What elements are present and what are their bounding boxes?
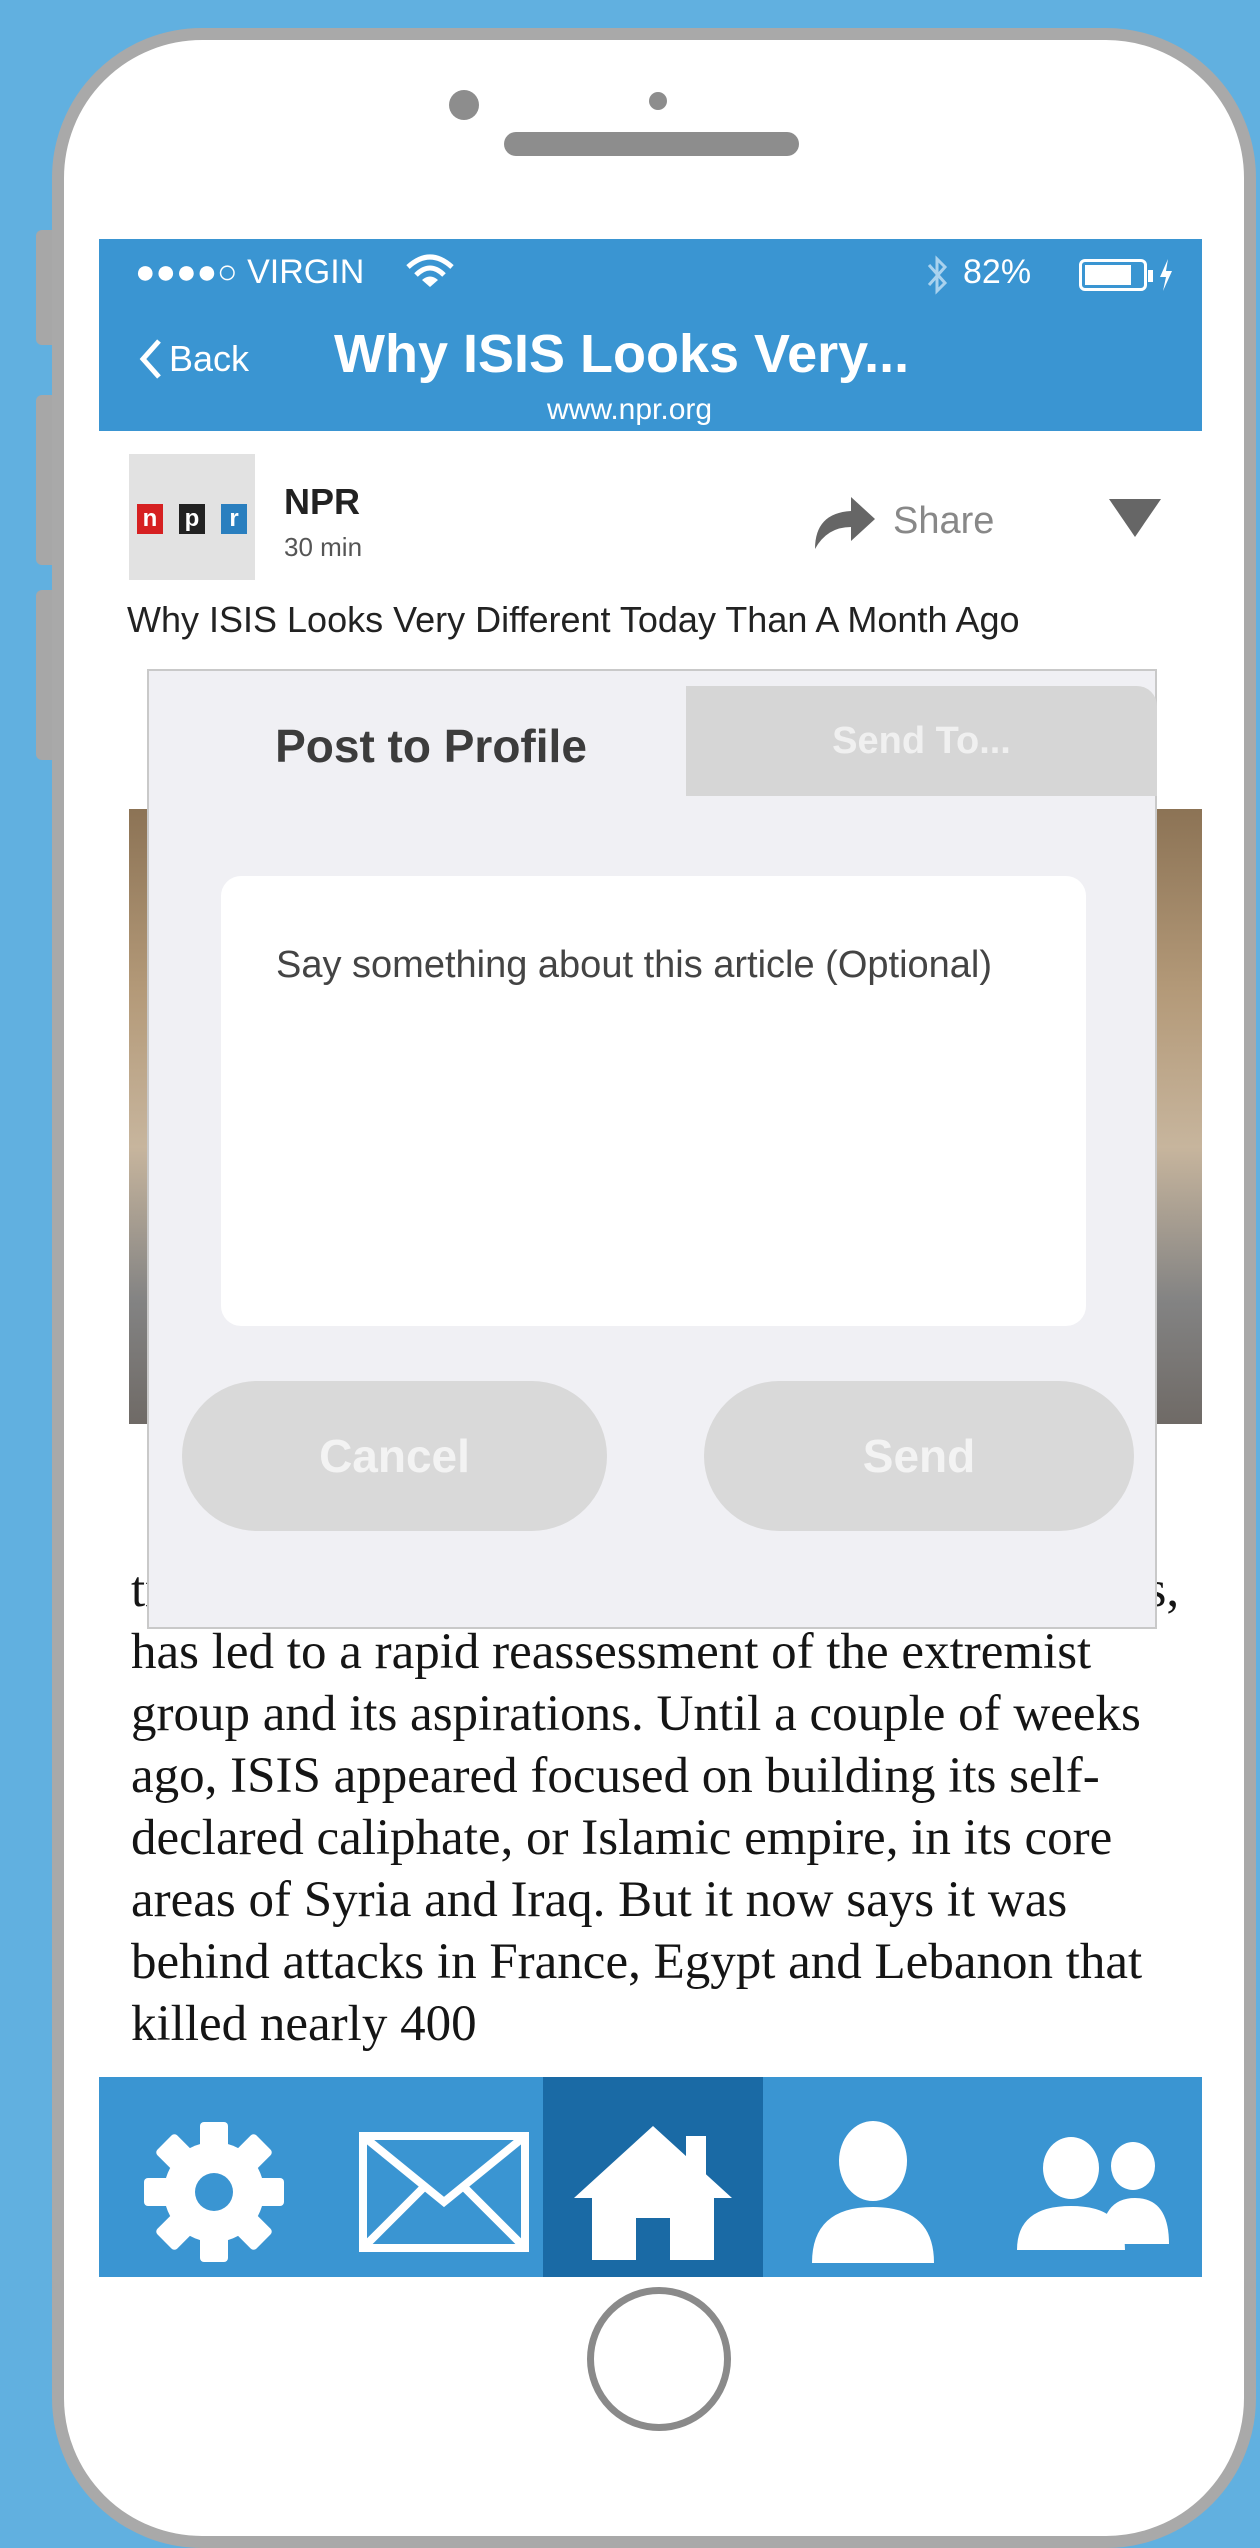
share-button[interactable]: Share (809, 489, 994, 553)
tab-friends[interactable] (983, 2077, 1202, 2277)
status-bar: ●●●●○ VIRGIN 82% (99, 239, 1202, 311)
article-headline: Why ISIS Looks Very Different Today Than… (127, 599, 1020, 640)
share-dialog: Send To... Post to Profile Say something… (147, 669, 1157, 1629)
tab-profile[interactable] (763, 2077, 983, 2277)
wifi-icon (406, 254, 454, 287)
home-button[interactable] (587, 2287, 731, 2431)
earpiece-speaker (504, 132, 799, 156)
profile-icon (812, 2121, 934, 2263)
friends-icon (1016, 2137, 1169, 2250)
share-arrow-icon (815, 497, 875, 549)
tab-mail[interactable] (329, 2077, 559, 2277)
post-age: 30 min (284, 532, 363, 562)
npr-logo-letter-r: r (221, 504, 247, 534)
comment-placeholder: Say something about this article (Option… (276, 944, 993, 986)
back-button[interactable]: Back (137, 337, 249, 381)
phone-frame: ●●●●○ VIRGIN 82% Back Why ISIS Looks Ver… (52, 28, 1256, 2548)
home-icon (574, 2126, 732, 2260)
comment-input[interactable]: Say something about this article (Option… (221, 876, 1086, 1326)
carrier-label: ●●●●○ VIRGIN (135, 253, 365, 291)
article-body: trio of major attacks, including the ass… (131, 1562, 1179, 2052)
tab-home[interactable] (543, 2077, 763, 2277)
settings-icon (144, 2122, 284, 2262)
tab-bar (99, 2077, 1202, 2277)
npr-logo: n p r (129, 454, 255, 580)
back-label: Back (169, 338, 250, 379)
sensor-dot (649, 92, 667, 110)
page-title: Why ISIS Looks Very... (334, 324, 910, 384)
share-label: Share (893, 499, 995, 542)
send-button[interactable]: Send (704, 1381, 1134, 1531)
tab-post-to-profile[interactable]: Post to Profile (176, 686, 686, 806)
tab-settings[interactable] (99, 2077, 329, 2277)
cancel-button[interactable]: Cancel (182, 1381, 607, 1531)
page-url: www.npr.org (547, 393, 713, 426)
npr-logo-letter-n: n (137, 504, 163, 534)
front-camera (449, 90, 479, 120)
mail-icon (359, 2132, 529, 2252)
nav-bar: Back Why ISIS Looks Very... www.npr.org (99, 311, 1202, 431)
battery-percent: 82% (963, 253, 1032, 291)
charging-icon (1160, 259, 1172, 291)
screen: ●●●●○ VIRGIN 82% Back Why ISIS Looks Ver… (99, 239, 1202, 2277)
chevron-left-icon (139, 339, 161, 379)
tab-send-to[interactable]: Send To... (686, 686, 1157, 796)
caret-down-icon[interactable] (1109, 499, 1161, 537)
npr-logo-letter-p: p (179, 504, 205, 534)
source-name: NPR (284, 481, 361, 522)
battery-icon (1079, 259, 1153, 291)
bluetooth-icon (927, 255, 948, 295)
